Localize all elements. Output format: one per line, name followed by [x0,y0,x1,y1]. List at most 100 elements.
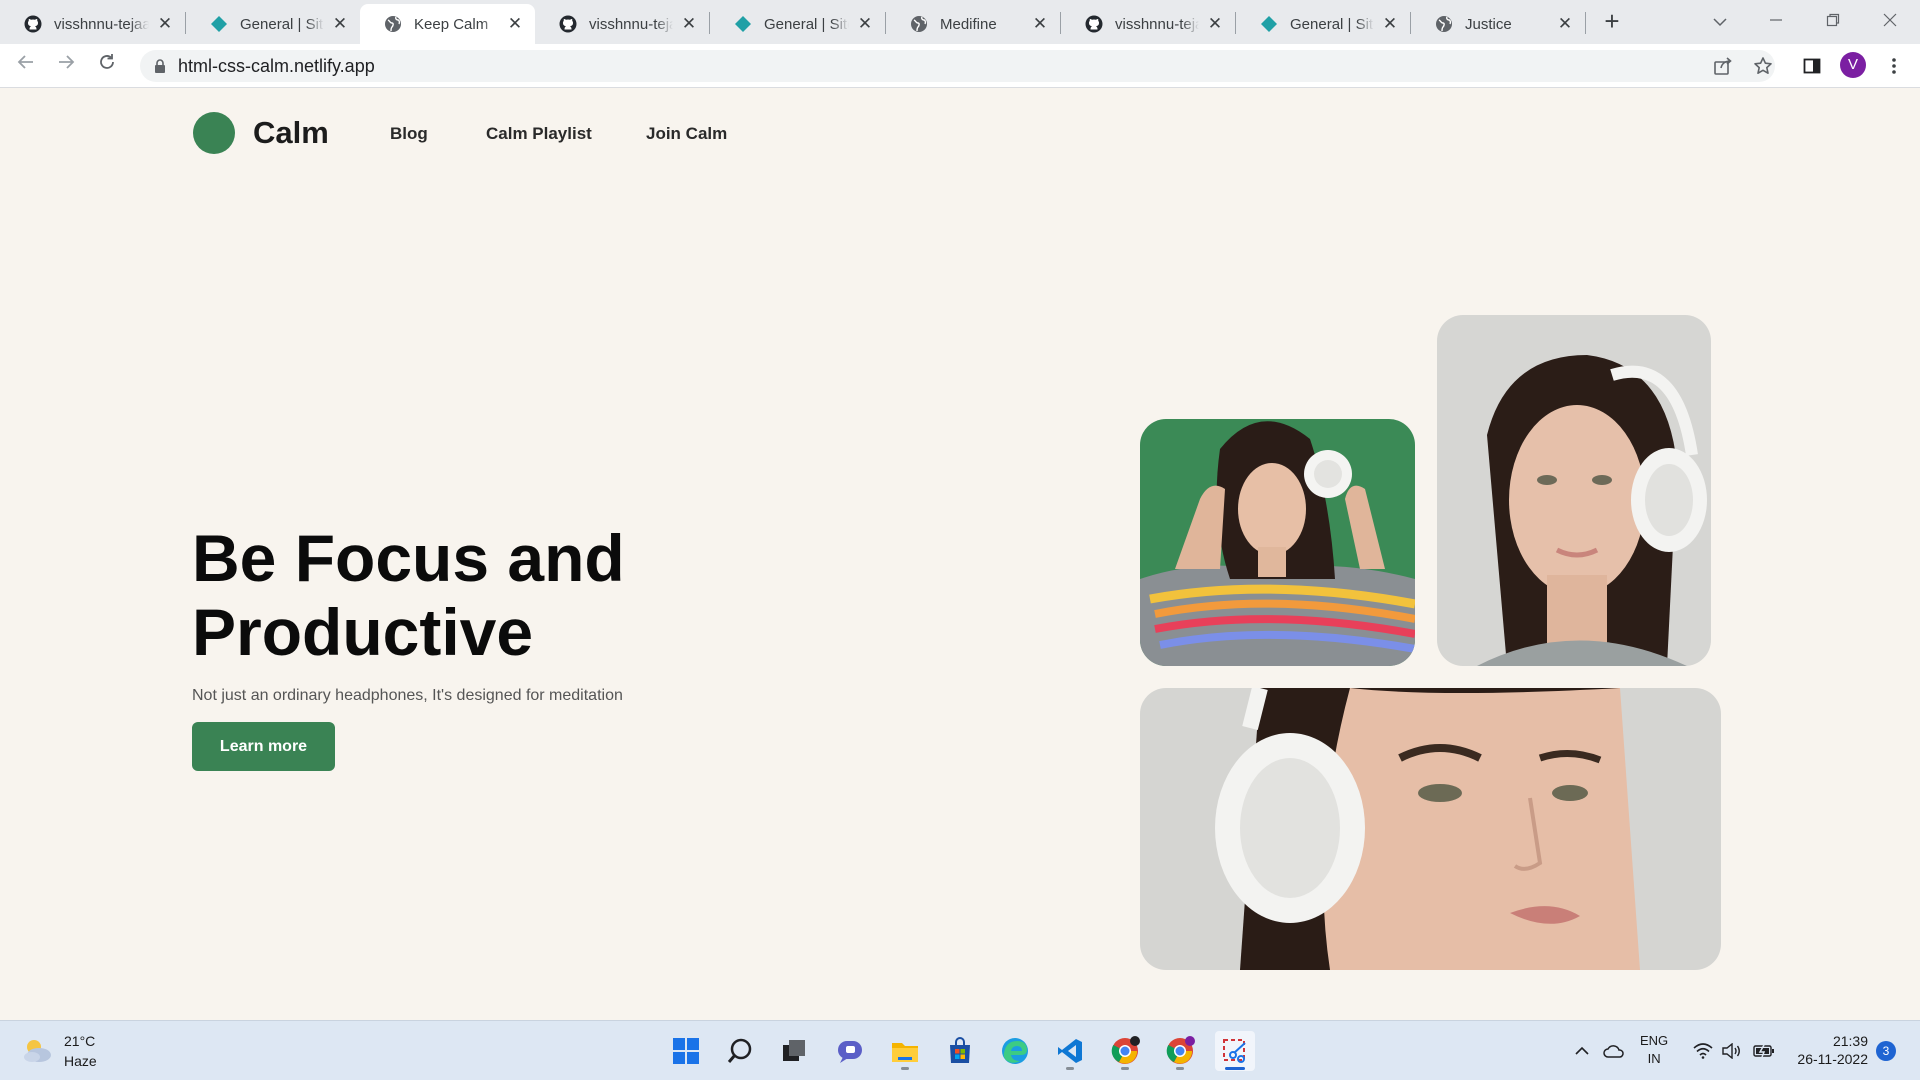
logo-text[interactable]: Calm [253,115,329,151]
globe-icon [1435,15,1453,33]
snipping-tool-icon[interactable] [1215,1031,1255,1071]
running-indicator [1066,1067,1074,1070]
browser-tab[interactable]: General | Site settings ✕ [186,4,360,44]
battery-charging-icon[interactable] [1752,1039,1776,1063]
github-icon [559,15,577,33]
browser-tab[interactable]: visshnnu-tejaa ✕ [1061,4,1235,44]
browser-toolbar: html-css-calm.netlify.app [0,44,1920,88]
nav-link-blog[interactable]: Blog [390,124,428,144]
hero-subtitle: Not just an ordinary headphones, It's de… [192,687,623,704]
menu-kebab-icon[interactable] [1882,54,1906,78]
netlify-icon [734,15,752,33]
chevron-up-icon[interactable] [1572,1039,1592,1063]
chrome-icon[interactable] [1105,1031,1145,1071]
github-icon [1085,15,1103,33]
weather-description[interactable]: Haze [64,1053,97,1069]
close-window-icon[interactable] [1870,6,1910,36]
github-icon [24,15,42,33]
language-indicator[interactable]: ENG IN [1640,1032,1668,1068]
search-icon[interactable] [720,1031,760,1071]
reload-icon[interactable] [93,52,121,80]
address-bar[interactable]: html-css-calm.netlify.app [140,50,1775,82]
wifi-icon[interactable] [1692,1039,1714,1063]
nav-link-calm-playlist[interactable]: Calm Playlist [486,124,592,144]
windows-start-icon[interactable] [666,1031,706,1071]
new-tab-button[interactable]: + [1598,8,1626,36]
lock-icon[interactable] [152,58,168,74]
tab-title: Justice [1465,15,1512,33]
file-explorer-icon[interactable] [885,1031,925,1071]
vscode-icon[interactable] [1050,1031,1090,1071]
running-indicator [901,1067,909,1070]
tab-title: Medifine [940,15,997,33]
close-tab-icon[interactable]: ✕ [1030,14,1050,34]
hero-title-line1: Be Focus and [192,521,625,595]
close-tab-icon[interactable]: ✕ [330,14,350,34]
browser-tab[interactable]: Medifine ✕ [886,4,1060,44]
running-indicator [1121,1067,1129,1070]
tab-title: visshnnu-tejaa [589,15,673,33]
share-icon[interactable] [1713,56,1733,76]
nav-link-join-calm[interactable]: Join Calm [646,124,727,144]
hero-photo-portrait [1437,315,1711,666]
onedrive-cloud-icon[interactable] [1602,1039,1626,1063]
hero-photo-closeup [1140,688,1721,970]
close-tab-icon[interactable]: ✕ [505,14,525,34]
region-code: IN [1647,1051,1661,1066]
browser-tab-strip: visshnnu-tejaa ✕ General | Site settings… [0,0,1920,44]
netlify-icon [210,15,228,33]
notification-badge[interactable]: 3 [1876,1041,1896,1061]
browser-tab[interactable]: General | Site settings ✕ [1236,4,1410,44]
url-text[interactable]: html-css-calm.netlify.app [178,56,375,77]
volume-icon[interactable] [1720,1039,1742,1063]
chrome-profile-icon[interactable] [1160,1031,1200,1071]
globe-icon [910,15,928,33]
browser-tab[interactable]: visshnnu-tejaa ✕ [0,4,185,44]
hero-title: Be Focus and Productive [192,521,625,669]
tab-search-icon[interactable] [1700,6,1740,36]
netlify-icon [1260,15,1278,33]
tab-title: visshnnu-tejaa [54,15,149,33]
windows-taskbar: 21°C Haze ENG IN 21:39 26-11-2022 3 [0,1020,1920,1080]
browser-tab[interactable]: visshnnu-tejaa ✕ [535,4,709,44]
calm-logo-icon[interactable] [193,112,235,154]
tab-title: General | Site settings [1290,15,1374,33]
edge-browser-icon[interactable] [995,1031,1035,1071]
clock-time: 21:39 [1832,1033,1868,1049]
close-tab-icon[interactable]: ✕ [155,14,175,34]
close-tab-icon[interactable]: ✕ [855,14,875,34]
tab-title: visshnnu-tejaa [1115,15,1199,33]
close-tab-icon[interactable]: ✕ [1555,14,1575,34]
weather-temperature[interactable]: 21°C [64,1033,95,1049]
browser-tab[interactable]: General | Site settings ✕ [710,4,885,44]
language-code: ENG [1640,1033,1669,1048]
web-page: Calm Blog Calm Playlist Join Calm Be Foc… [0,89,1920,1020]
back-arrow-icon[interactable] [12,52,40,80]
learn-more-button[interactable]: Learn more [192,722,335,771]
task-view-icon[interactable] [774,1031,814,1071]
weather-cloudy-icon[interactable] [20,1035,54,1065]
close-tab-icon[interactable]: ✕ [1205,14,1225,34]
tab-title: Keep Calm [414,15,489,33]
hero-title-line2: Productive [192,595,534,669]
browser-tab[interactable]: Justice ✕ [1411,4,1585,44]
system-clock[interactable]: 21:39 26-11-2022 [1792,1032,1868,1068]
profile-avatar[interactable]: V [1840,52,1866,78]
close-tab-icon[interactable]: ✕ [1380,14,1400,34]
restore-icon[interactable] [1813,6,1853,36]
globe-icon [384,15,402,33]
hero-photo-green [1140,419,1415,666]
clock-date: 26-11-2022 [1797,1051,1868,1067]
teams-chat-icon[interactable] [830,1031,870,1071]
minimize-icon[interactable] [1756,6,1796,36]
close-tab-icon[interactable]: ✕ [679,14,699,34]
side-panel-icon[interactable] [1800,54,1824,78]
tab-title: General | Site settings [764,15,849,33]
tab-title: General | Site settings [240,15,324,33]
microsoft-store-icon[interactable] [940,1031,980,1071]
tab-divider [1585,12,1586,34]
bookmark-star-icon[interactable] [1753,56,1773,76]
forward-arrow-icon[interactable] [52,52,80,80]
running-indicator [1176,1067,1184,1070]
browser-tab-active[interactable]: Keep Calm ✕ [360,4,535,44]
